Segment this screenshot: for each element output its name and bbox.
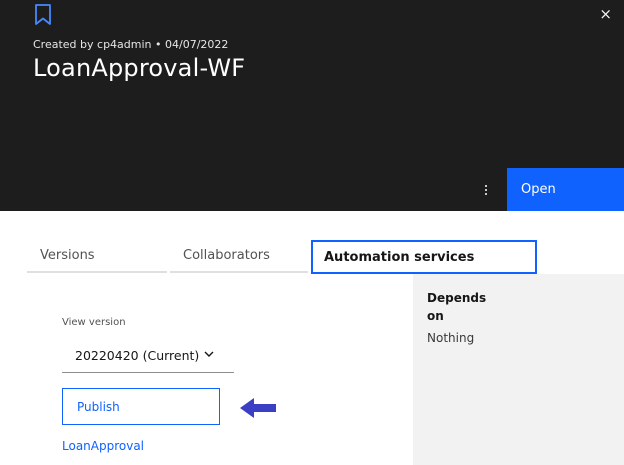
loanapproval-link[interactable]: LoanApproval — [62, 439, 144, 453]
tab-versions[interactable]: Versions — [27, 240, 167, 273]
arrow-left-icon — [240, 398, 276, 418]
close-icon[interactable]: × — [599, 6, 612, 22]
created-by-text: Created by cp4admin • 04/07/2022 — [33, 38, 229, 51]
view-version-label: View version — [62, 317, 126, 328]
open-button[interactable]: Open — [507, 168, 624, 211]
publish-button[interactable]: Publish — [62, 388, 220, 425]
depends-on-heading: Depends on — [427, 291, 487, 323]
version-select[interactable]: 20220420 (Current) — [62, 339, 234, 373]
tab-collaborators[interactable]: Collaborators — [170, 240, 308, 273]
overflow-menu-icon[interactable] — [480, 181, 492, 199]
depends-on-value: Nothing — [427, 331, 475, 345]
page-title: LoanApproval-WF — [33, 54, 246, 82]
bookmark-icon[interactable] — [34, 4, 52, 26]
version-select-value: 20220420 (Current) — [75, 348, 200, 363]
asset-header: × Created by cp4admin • 04/07/2022 LoanA… — [0, 0, 624, 211]
tab-automation-services[interactable]: Automation services — [311, 240, 537, 274]
chevron-down-icon — [204, 351, 214, 357]
depends-on-panel: Depends on Nothing — [413, 274, 624, 465]
